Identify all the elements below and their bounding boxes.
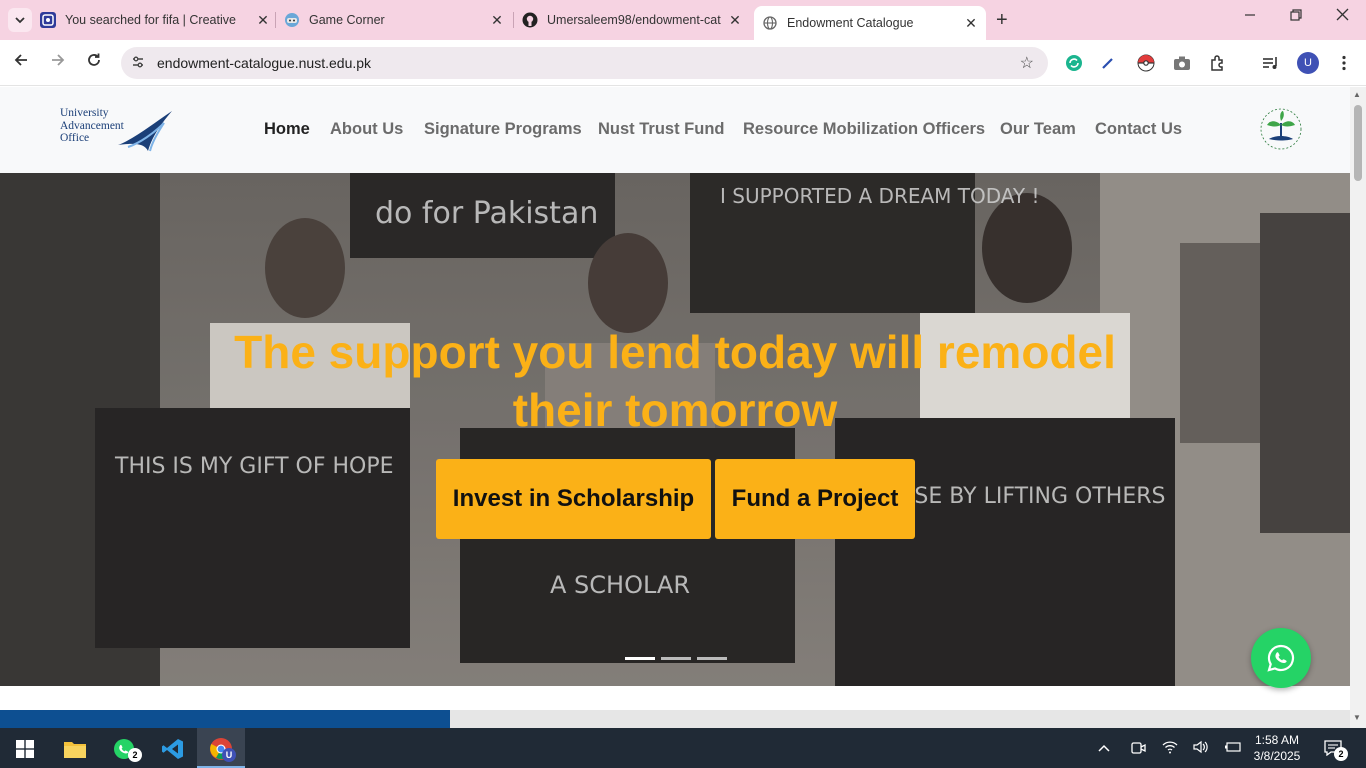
carousel-indicator-3[interactable] [697, 657, 727, 660]
wing-emblem-icon [118, 111, 172, 152]
battery-icon[interactable] [1224, 740, 1242, 756]
site-header: University Advancement Office Home About… [0, 87, 1350, 173]
page-scrollbar[interactable]: ▲ ▼ [1350, 87, 1366, 728]
page-viewport: University Advancement Office Home About… [0, 87, 1350, 728]
volume-icon[interactable] [1192, 740, 1208, 757]
vscode-icon[interactable] [160, 736, 186, 762]
hero-title: The support you lend today will remodel … [234, 326, 1116, 436]
nav-about-us[interactable]: About Us [330, 120, 403, 139]
reload-icon[interactable] [86, 52, 102, 73]
section-grey-bar [450, 710, 1350, 728]
carousel-indicator-1[interactable] [625, 657, 655, 660]
nav-home[interactable]: Home [264, 120, 310, 139]
pokeball-extension-icon[interactable] [1136, 53, 1156, 73]
github-icon [522, 12, 538, 28]
browser-menu-icon[interactable] [1334, 53, 1354, 73]
windows-start-icon[interactable] [12, 736, 38, 762]
nav-signature-programs[interactable]: Signature Programs [424, 120, 582, 139]
tab-game-corner[interactable]: Game Corner ✕ [284, 0, 506, 40]
notification-count-badge: 2 [1334, 747, 1348, 761]
extensions-puzzle-icon[interactable] [1208, 53, 1228, 73]
section-blue-bar [0, 710, 450, 728]
pen-extension-icon[interactable] [1098, 53, 1118, 73]
nav-nust-trust-fund[interactable]: Nust Trust Fund [598, 120, 725, 139]
forward-arrow-icon[interactable] [50, 52, 66, 73]
browser-tab-strip: You searched for fifa | Creative ✕ Game … [0, 0, 1366, 40]
chrome-profile-badge: U [222, 748, 236, 762]
game-corner-icon [284, 12, 300, 28]
university-advancement-logo[interactable]: University Advancement Office [60, 107, 175, 155]
creative-logo-icon [40, 12, 56, 28]
system-clock[interactable]: 1:58 AM 3/8/2025 [1252, 732, 1302, 764]
tab-title: You searched for fifa | Creative [65, 13, 236, 27]
invest-in-scholarship-button[interactable]: Invest in Scholarship [436, 459, 711, 539]
windows-taskbar: 2 U 1:58 AM 3/8/2025 2 [0, 728, 1366, 768]
new-tab-plus-icon[interactable]: + [996, 9, 1008, 32]
tray-overflow-chevron-icon[interactable] [1097, 740, 1111, 756]
whatsapp-icon [1267, 644, 1295, 672]
meet-now-icon[interactable] [1130, 740, 1146, 759]
tab-search-button[interactable] [8, 8, 32, 32]
close-tab-icon[interactable]: ✕ [726, 12, 744, 29]
globe-icon [762, 15, 778, 31]
endowment-catalogue-logo-icon[interactable] [1255, 107, 1307, 153]
close-tab-icon[interactable]: ✕ [962, 15, 980, 32]
tab-creative[interactable]: You searched for fifa | Creative ✕ [40, 0, 272, 40]
address-bar[interactable]: endowment-catalogue.nust.edu.pk ☆ [121, 47, 1048, 79]
tab-title: Endowment Catalogue [787, 16, 914, 30]
close-tab-icon[interactable]: ✕ [488, 12, 506, 29]
url-text[interactable]: endowment-catalogue.nust.edu.pk [157, 55, 371, 71]
chevron-down-icon [15, 17, 25, 24]
site-info-icon[interactable] [131, 55, 145, 72]
tab-title: Game Corner [309, 13, 385, 27]
profile-avatar[interactable]: U [1297, 52, 1319, 74]
nav-our-team[interactable]: Our Team [1000, 120, 1076, 139]
nav-resource-mobilization-officers[interactable]: Resource Mobilization Officers [743, 120, 985, 139]
file-explorer-icon[interactable] [62, 736, 88, 762]
fund-a-project-button[interactable]: Fund a Project [715, 459, 915, 539]
restore-icon[interactable] [1290, 8, 1302, 25]
scrollbar-thumb[interactable] [1354, 105, 1362, 181]
wifi-icon[interactable] [1162, 740, 1178, 757]
whatsapp-chat-button[interactable] [1251, 628, 1311, 688]
close-tab-icon[interactable]: ✕ [254, 12, 272, 29]
close-window-icon[interactable] [1336, 8, 1349, 25]
scroll-up-arrow-icon[interactable]: ▲ [1353, 90, 1361, 99]
bookmark-star-icon[interactable]: ☆ [1020, 53, 1034, 73]
sync-extension-icon[interactable] [1064, 53, 1084, 73]
hero-carousel[interactable]: do for Pakistan I SUPPORTED A DREAM TODA… [0, 173, 1350, 686]
back-arrow-icon[interactable] [13, 52, 29, 73]
tab-title: Umersaleem98/endowment-cat [547, 13, 721, 27]
nav-contact-us[interactable]: Contact Us [1095, 120, 1182, 139]
tab-endowment-catalogue[interactable]: Endowment Catalogue ✕ [754, 6, 986, 40]
camera-extension-icon[interactable] [1172, 53, 1192, 73]
minimize-icon[interactable] [1244, 8, 1256, 25]
carousel-indicator-2[interactable] [661, 657, 691, 660]
whatsapp-unread-badge: 2 [128, 748, 142, 762]
tab-github[interactable]: Umersaleem98/endowment-cat ✕ [522, 0, 744, 40]
scroll-down-arrow-icon[interactable]: ▼ [1353, 713, 1361, 722]
media-queue-icon[interactable] [1261, 53, 1281, 73]
browser-toolbar: endowment-catalogue.nust.edu.pk ☆ [0, 40, 1366, 86]
